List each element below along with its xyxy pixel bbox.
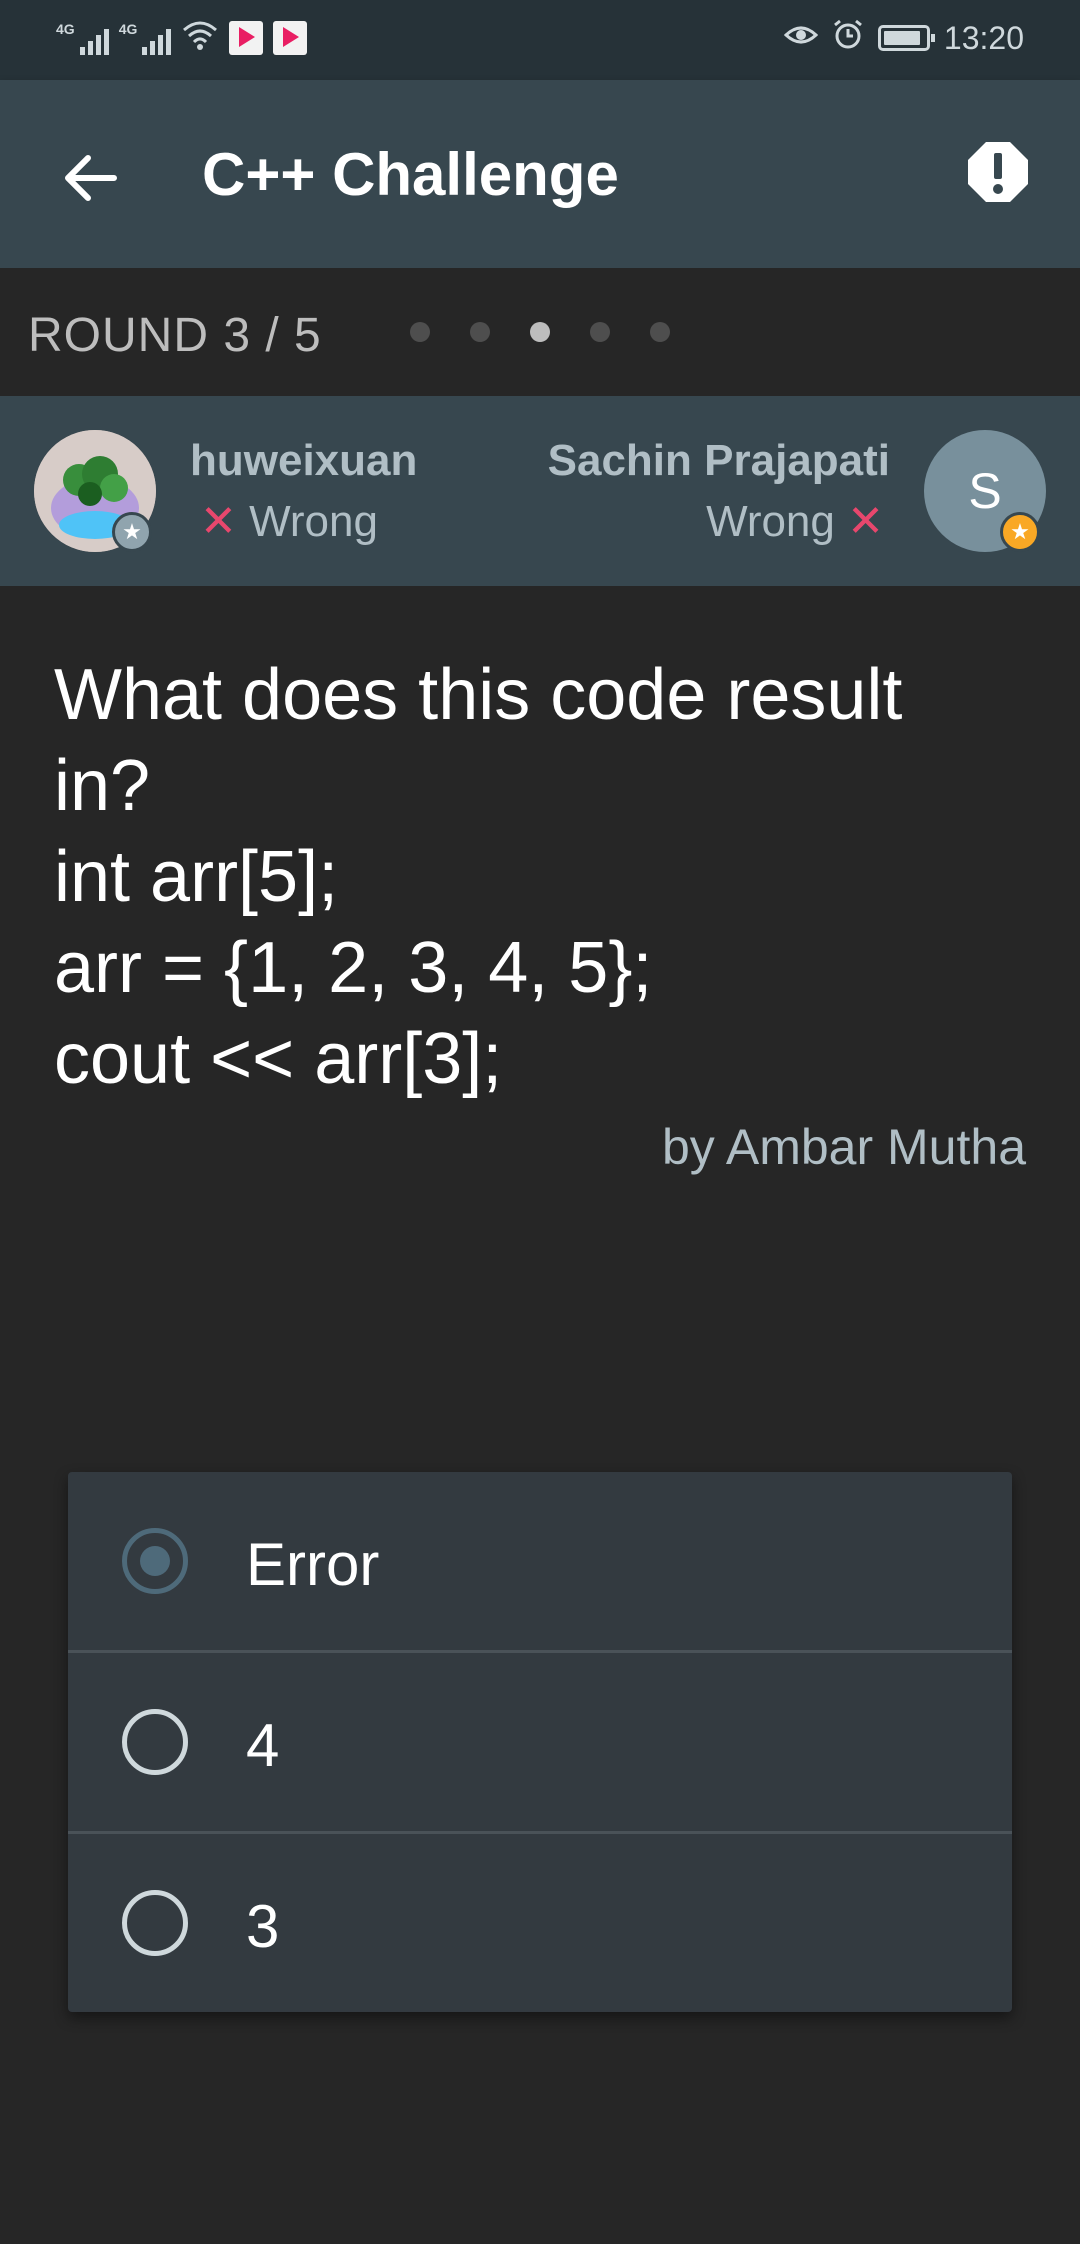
status-right-icons: 13:20 [783, 18, 1024, 58]
alarm-icon [832, 18, 864, 58]
answer-options: Error 4 3 [68, 1472, 1012, 2012]
radio-button[interactable] [122, 1528, 188, 1594]
question-text: What does this code result in? int arr[5… [54, 650, 1034, 1105]
signal-icon: 4G [119, 21, 172, 55]
answer-option[interactable]: 3 [68, 1834, 1012, 2012]
players-bar: ★ huweixuan ✕ Wrong Sachin Prajapati Wro… [0, 396, 1080, 586]
radio-button[interactable] [122, 1709, 188, 1775]
question-author: by Ambar Mutha [661, 1119, 1026, 1175]
player1-status: ✕ Wrong [200, 497, 378, 546]
answer-label: 3 [246, 1893, 280, 1960]
answer-option[interactable]: 4 [68, 1653, 1012, 1834]
round-dot [650, 322, 670, 342]
status-bar: 4G 4G 13:20 [0, 0, 1080, 80]
round-dot [590, 322, 610, 342]
battery-icon [877, 25, 935, 51]
round-dot-current [530, 322, 550, 342]
star-badge-icon: ★ [1000, 512, 1040, 552]
round-dot [410, 322, 430, 342]
youku-app-icon [229, 21, 264, 55]
eye-comfort-icon [783, 20, 819, 57]
status-left-icons: 4G 4G [56, 18, 308, 58]
report-alert-icon[interactable] [966, 140, 1030, 204]
youku-app-icon [273, 21, 308, 55]
player2-status: Wrong ✕ [706, 497, 884, 546]
wifi-icon [181, 18, 219, 58]
round-label: ROUND 3 / 5 [28, 309, 322, 362]
radio-button[interactable] [122, 1890, 188, 1956]
question-line: arr = {1, 2, 3, 4, 5}; [54, 928, 653, 1008]
arrow-left-icon[interactable] [60, 148, 120, 208]
player2-name: Sachin Prajapati [547, 436, 890, 485]
answer-label: Error [246, 1531, 380, 1598]
answer-option[interactable]: Error [68, 1472, 1012, 1653]
app-bar: C++ Challenge [0, 80, 1080, 268]
star-badge-icon: ★ [112, 512, 152, 552]
question-line: in? [54, 746, 151, 826]
question-line: What does this code result [54, 655, 903, 735]
round-dot [470, 322, 490, 342]
x-mark-icon: ✕ [847, 497, 884, 546]
signal-icon: 4G [56, 21, 109, 55]
question-line: cout << arr[3]; [54, 1019, 503, 1099]
question-line: int arr[5]; [54, 837, 339, 917]
player1-name: huweixuan [190, 436, 418, 485]
page-title: C++ Challenge [202, 141, 619, 208]
x-mark-icon: ✕ [200, 497, 237, 546]
answer-label: 4 [246, 1712, 280, 1779]
status-time: 13:20 [943, 19, 1024, 56]
